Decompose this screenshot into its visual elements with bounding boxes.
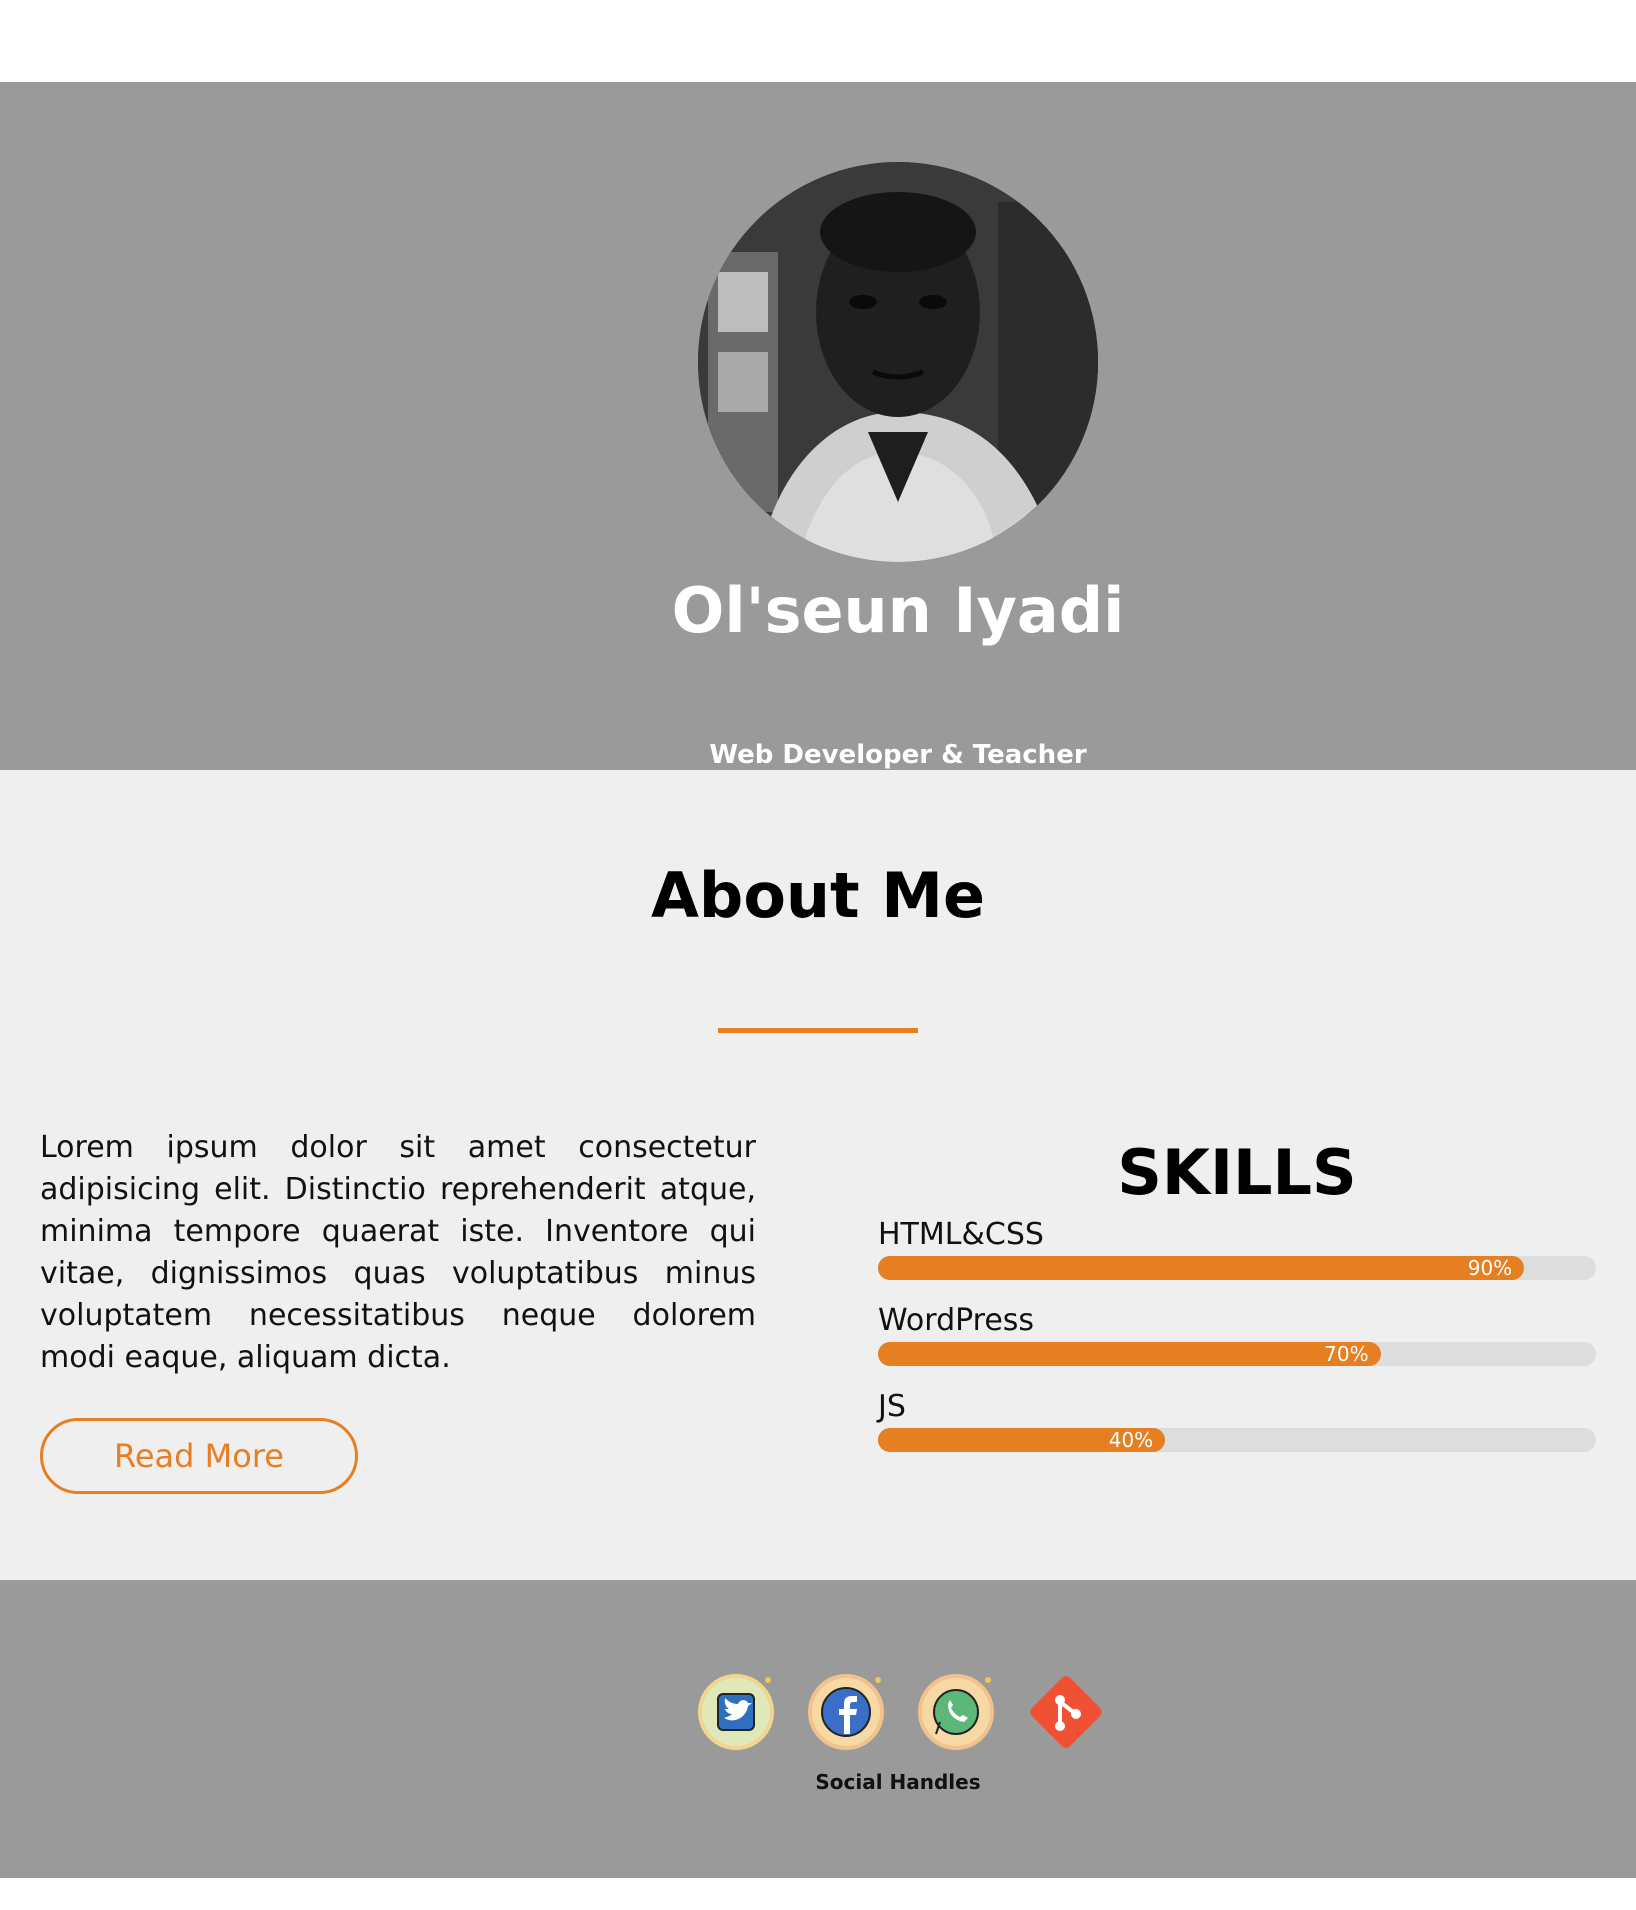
footer-section: Social Handles xyxy=(0,1580,1636,1878)
skill-label: WordPress xyxy=(878,1303,1035,1338)
profile-avatar xyxy=(698,162,1098,562)
skill-percent: 90% xyxy=(1467,1256,1513,1280)
skill-progress-track: 40% xyxy=(878,1428,1596,1452)
about-paragraph: Lorem ipsum dolor sit amet consectetur a… xyxy=(40,1130,756,1375)
skill-label: HTML&CSS xyxy=(878,1217,1044,1252)
read-more-button[interactable]: Read More xyxy=(40,1418,358,1494)
hero-section: Ol'seun Iyadi Web Developer & Teacher xyxy=(0,82,1636,770)
about-section: About Me Lorem ipsum dolor sit amet cons… xyxy=(0,770,1636,1580)
skill-label: JS xyxy=(878,1389,906,1424)
hero-subtitle-container: Web Developer & Teacher xyxy=(0,742,1636,768)
hero-name: Ol'seun Iyadi xyxy=(671,574,1125,647)
skill-percent: 70% xyxy=(1324,1342,1369,1366)
git-icon[interactable] xyxy=(1024,1670,1108,1754)
whatsapp-icon[interactable] xyxy=(914,1670,998,1754)
profile-photo xyxy=(698,162,1098,562)
social-handles-label: Social Handles xyxy=(815,1770,981,1794)
skill-progress-track: 70% xyxy=(878,1342,1596,1366)
skill-html-css: HTML&CSS 90% xyxy=(878,1220,1596,1280)
skill-js: JS 40% xyxy=(878,1392,1596,1452)
hero-name-container: Ol'seun Iyadi xyxy=(0,580,1636,642)
facebook-icon[interactable] xyxy=(804,1670,888,1754)
skill-progress-fill: 70% xyxy=(878,1342,1381,1366)
skills-title: SKILLS xyxy=(1117,1136,1357,1209)
about-title: About Me xyxy=(650,859,986,932)
skill-progress-track: 90% xyxy=(878,1256,1596,1280)
skill-percent: 40% xyxy=(1108,1428,1154,1452)
skill-progress-fill: 40% xyxy=(878,1428,1166,1452)
skill-wordpress: WordPress 70% xyxy=(878,1306,1596,1366)
twitter-icon[interactable] xyxy=(694,1670,778,1754)
about-divider xyxy=(718,1028,918,1033)
social-icons xyxy=(694,1670,1114,1754)
skill-progress-fill: 90% xyxy=(878,1256,1525,1280)
hero-subtitle: Web Developer & Teacher xyxy=(709,740,1087,770)
